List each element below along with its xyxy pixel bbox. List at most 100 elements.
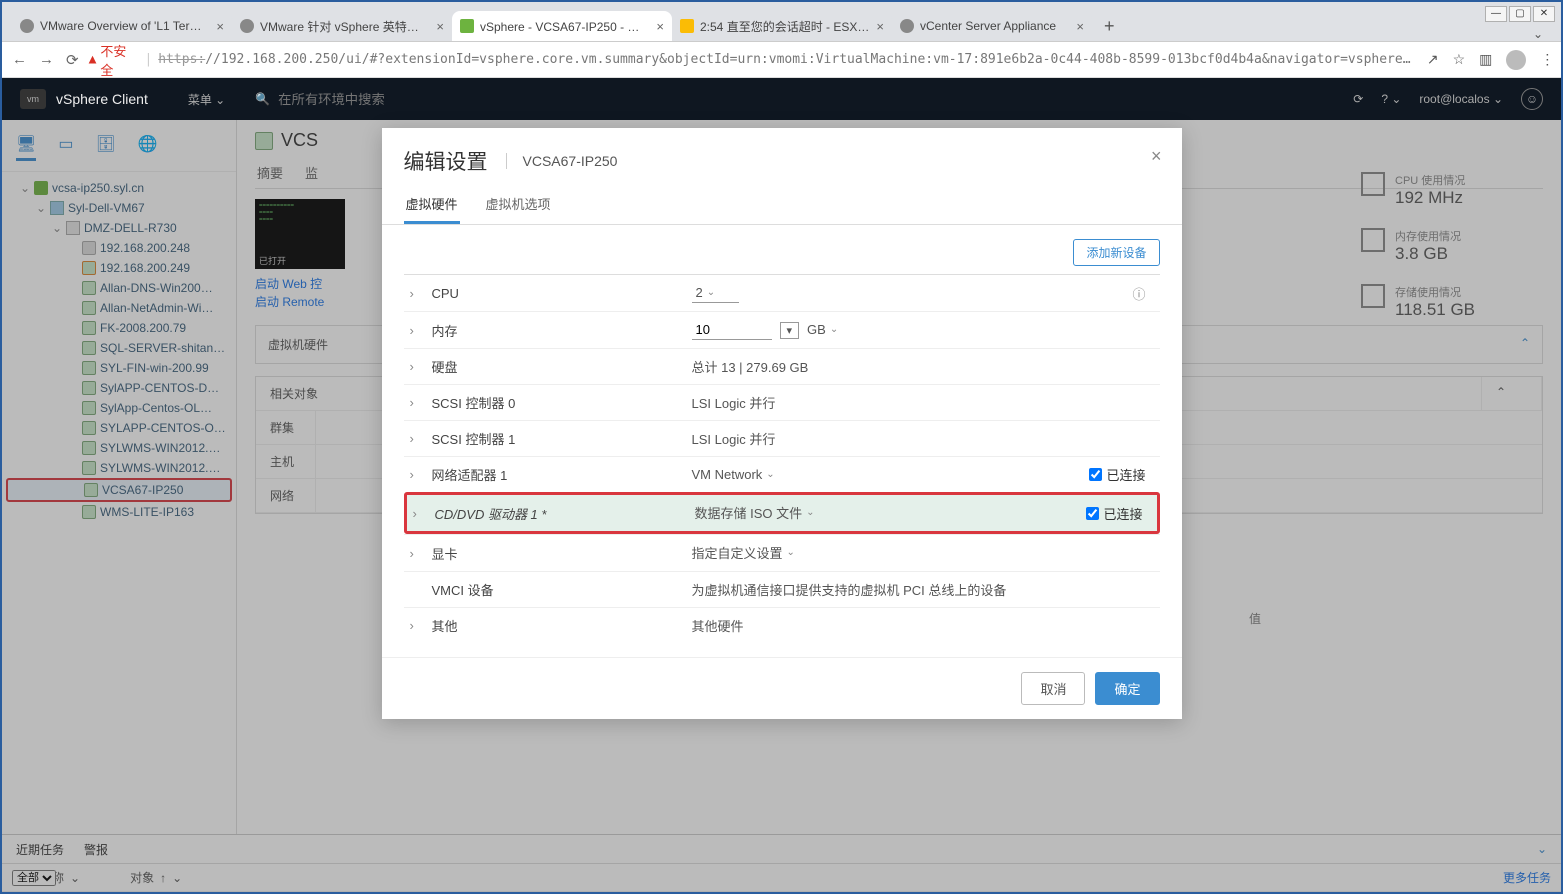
feedback-icon[interactable]: ☺	[1521, 88, 1543, 110]
ok-button[interactable]: 确定	[1095, 672, 1159, 705]
cdrom-connected-checkbox[interactable]	[1086, 507, 1099, 520]
memory-input[interactable]	[692, 320, 772, 340]
vmware-logo: vm	[20, 89, 46, 109]
disk-row: › 硬盘 总计 13 | 279.69 GB	[404, 348, 1160, 384]
new-tab-button[interactable]: +	[1100, 12, 1119, 41]
tab-label: vCenter Server Appliance	[920, 19, 1070, 33]
bookmark-icon[interactable]: ☆	[1453, 51, 1466, 68]
memory-row: › 内存 ▾ GB	[404, 311, 1160, 348]
cpu-row: › CPU 2 ⓘ	[404, 274, 1160, 311]
row-value: 为虚拟机通信接口提供支持的虚拟机 PCI 总线上的设备	[692, 580, 1154, 599]
globe-icon	[240, 19, 254, 33]
row-label: SCSI 控制器 0	[432, 393, 682, 412]
vsphere-header: vm vSphere Client 菜单 ⌄ 🔍 ⟳ ? ⌄ root@loca…	[2, 78, 1561, 120]
scsi0-row: › SCSI 控制器 0 LSI Logic 并行	[404, 384, 1160, 420]
search-icon: 🔍	[255, 92, 270, 106]
profile-avatar[interactable]	[1506, 50, 1526, 70]
url-text: https://192.168.200.250/ui/#?extensionId…	[158, 52, 1417, 67]
row-label: 其他	[432, 616, 682, 635]
close-icon[interactable]: ×	[1151, 146, 1162, 167]
browser-tab[interactable]: vCenter Server Appliance ×	[892, 11, 1092, 41]
panel-icon[interactable]: ▥	[1479, 51, 1492, 68]
modal-title: 编辑设置	[404, 146, 488, 176]
network-connected-checkbox[interactable]	[1089, 468, 1102, 481]
browser-tabs: VMware Overview of 'L1 Term… × VMware 针对 …	[2, 2, 1561, 42]
browser-tab[interactable]: 2:54 直至您的会话超时 - ESXi… ×	[672, 11, 892, 41]
insecure-label: 不安全	[100, 41, 138, 79]
add-device-button[interactable]: 添加新设备	[1073, 239, 1159, 266]
back-icon[interactable]: ←	[12, 51, 27, 69]
key-icon	[680, 19, 694, 33]
refresh-icon[interactable]: ⟳	[1353, 92, 1363, 106]
row-value: 其他硬件	[692, 616, 1154, 635]
tabs-dropdown-icon[interactable]: ⌄	[1533, 27, 1543, 41]
cdrom-source-dropdown[interactable]: 数据存储 ISO 文件	[695, 503, 815, 523]
vsphere-icon	[460, 19, 474, 33]
expand-icon[interactable]: ›	[410, 467, 422, 482]
expand-icon[interactable]: ›	[410, 359, 422, 374]
close-icon[interactable]: ×	[436, 19, 444, 34]
search-input[interactable]	[278, 92, 578, 107]
product-name: vSphere Client	[56, 91, 148, 107]
row-value: 总计 13 | 279.69 GB	[692, 357, 1154, 376]
insecure-badge[interactable]: ▲ 不安全	[89, 41, 139, 79]
nav-icons: ← → ⟳	[12, 51, 79, 69]
tab-label: VMware 针对 vSphere 英特尔处…	[260, 18, 430, 35]
cancel-button[interactable]: 取消	[1021, 672, 1085, 705]
scsi1-row: › SCSI 控制器 1 LSI Logic 并行	[404, 420, 1160, 456]
tab-label: vSphere - VCSA67-IP250 - 摘要	[480, 18, 650, 35]
url-area[interactable]: ▲ 不安全 | https://192.168.200.250/ui/#?ext…	[89, 41, 1417, 79]
vmci-row: › VMCI 设备 为虚拟机通信接口提供支持的虚拟机 PCI 总线上的设备	[404, 571, 1160, 607]
video-dropdown[interactable]: 指定自定义设置	[692, 543, 795, 563]
close-icon[interactable]: ×	[876, 19, 884, 34]
toolbar-right: ↗ ☆ ▥ ⋮	[1427, 50, 1555, 70]
window-maximize[interactable]: ▢	[1509, 6, 1531, 22]
network-dropdown[interactable]: VM Network	[692, 467, 775, 483]
share-icon[interactable]: ↗	[1427, 51, 1439, 68]
window-minimize[interactable]: —	[1485, 6, 1507, 22]
browser-tab[interactable]: VMware 针对 vSphere 英特尔处… ×	[232, 11, 452, 41]
browser-tab[interactable]: vSphere - VCSA67-IP250 - 摘要 ×	[452, 11, 672, 41]
row-label: 显卡	[432, 544, 682, 563]
connected-label: 已连接	[1106, 465, 1145, 484]
other-row: › 其他 其他硬件	[404, 607, 1160, 643]
forward-icon[interactable]: →	[39, 51, 54, 69]
close-icon[interactable]: ×	[656, 19, 664, 34]
unit-stepper[interactable]: ▾	[780, 322, 800, 339]
row-label: CD/DVD 驱动器 1 *	[435, 504, 685, 523]
window-controls: — ▢ ✕	[1485, 6, 1555, 22]
expand-icon[interactable]: ›	[410, 618, 422, 633]
row-label: 内存	[432, 321, 682, 340]
modal-subtitle: VCSA67-IP250	[506, 153, 618, 169]
edit-settings-modal: 编辑设置 VCSA67-IP250 × 虚拟硬件 虚拟机选项 添加新设备 › C…	[382, 128, 1182, 719]
cpu-count-dropdown[interactable]: 2	[692, 283, 740, 303]
menu-dropdown[interactable]: 菜单 ⌄	[188, 91, 225, 108]
expand-icon[interactable]: ›	[413, 506, 425, 521]
modal-tabs: 虚拟硬件 虚拟机选项	[382, 186, 1182, 225]
global-search: 🔍	[255, 92, 1353, 107]
info-icon[interactable]: ⓘ	[1132, 284, 1145, 303]
expand-icon[interactable]: ›	[410, 431, 422, 446]
connected-label: 已连接	[1103, 504, 1142, 523]
row-label: SCSI 控制器 1	[432, 429, 682, 448]
memory-unit-dropdown[interactable]: GB	[807, 322, 838, 338]
address-bar: ← → ⟳ ▲ 不安全 | https://192.168.200.250/ui…	[2, 42, 1561, 78]
help-icon[interactable]: ? ⌄	[1381, 92, 1401, 106]
close-icon[interactable]: ×	[1076, 19, 1084, 34]
expand-icon[interactable]: ›	[410, 286, 422, 301]
expand-icon[interactable]: ›	[410, 323, 422, 338]
expand-icon[interactable]: ›	[410, 546, 422, 561]
reload-icon[interactable]: ⟳	[66, 51, 79, 69]
expand-icon[interactable]: ›	[410, 395, 422, 410]
tab-label: VMware Overview of 'L1 Term…	[40, 19, 210, 33]
tab-label: 2:54 直至您的会话超时 - ESXi…	[700, 18, 870, 35]
vm-options-tab[interactable]: 虚拟机选项	[484, 186, 553, 224]
user-menu[interactable]: root@localos ⌄	[1419, 92, 1503, 106]
window-close[interactable]: ✕	[1533, 6, 1555, 22]
modal-header: 编辑设置 VCSA67-IP250 ×	[382, 128, 1182, 186]
row-value: LSI Logic 并行	[692, 429, 1154, 448]
menu-icon[interactable]: ⋮	[1540, 51, 1554, 68]
virtual-hardware-tab[interactable]: 虚拟硬件	[404, 186, 460, 224]
close-icon[interactable]: ×	[216, 19, 224, 34]
browser-tab[interactable]: VMware Overview of 'L1 Term… ×	[12, 11, 232, 41]
